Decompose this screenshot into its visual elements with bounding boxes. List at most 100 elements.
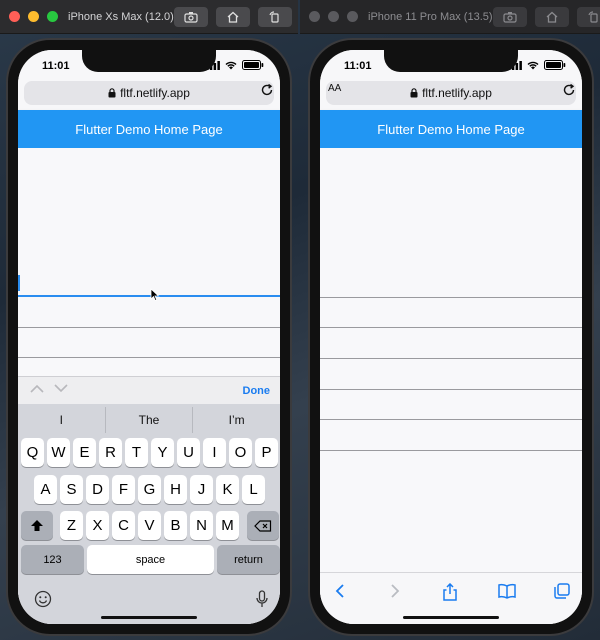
key[interactable]: O — [229, 438, 252, 467]
return-key[interactable]: return — [217, 545, 280, 574]
keyboard-accessory-bar: Done — [18, 376, 280, 404]
suggestion-item[interactable]: The — [106, 407, 194, 433]
keyboard: I The I’m Q W E R T Y U I O P A S D F G … — [18, 404, 280, 624]
reload-icon[interactable] — [562, 83, 576, 97]
lock-icon — [410, 88, 418, 98]
key[interactable]: S — [60, 475, 83, 504]
simulator-title: iPhone Xs Max (12.0) — [68, 10, 174, 23]
zoom-button[interactable] — [347, 11, 358, 22]
forward-icon[interactable] — [389, 583, 401, 599]
text-field[interactable] — [320, 419, 582, 420]
key[interactable]: R — [99, 438, 122, 467]
key[interactable]: J — [190, 475, 213, 504]
phone-right: 11:01 fltf.netlify.app AA Flutter Demo H… — [308, 38, 594, 636]
bookmarks-icon[interactable] — [498, 583, 516, 599]
key[interactable]: K — [216, 475, 239, 504]
shift-icon — [31, 520, 43, 531]
text-field[interactable] — [320, 358, 582, 359]
rotate-button[interactable] — [576, 6, 600, 27]
space-key[interactable]: space — [87, 545, 214, 574]
rotate-button[interactable] — [258, 6, 292, 27]
camera-icon — [502, 11, 517, 23]
backspace-icon — [254, 519, 272, 532]
key[interactable]: W — [47, 438, 70, 467]
key[interactable]: Q — [21, 438, 44, 467]
reload-icon[interactable] — [260, 83, 274, 97]
status-time: 11:01 — [42, 60, 70, 72]
key[interactable]: C — [112, 511, 135, 540]
minimize-button[interactable] — [328, 11, 339, 22]
notch — [384, 50, 518, 72]
share-icon[interactable] — [442, 583, 458, 601]
url-text: fltf.netlify.app — [120, 86, 190, 100]
url-text: fltf.netlify.app — [422, 86, 492, 100]
text-field[interactable] — [320, 450, 582, 451]
text-field[interactable] — [18, 327, 280, 328]
window-controls — [309, 11, 358, 22]
text-caret — [18, 275, 20, 291]
key[interactable]: U — [177, 438, 200, 467]
key[interactable]: Y — [151, 438, 174, 467]
suggestion-item[interactable]: I’m — [193, 407, 280, 433]
phone-left: 11:01 fltf.netlify.app Flutter Demo Home… — [6, 38, 292, 636]
suggestion-item[interactable]: I — [18, 407, 106, 433]
key[interactable]: G — [138, 475, 161, 504]
key[interactable]: F — [112, 475, 135, 504]
mouse-cursor-icon — [150, 288, 160, 302]
done-button[interactable]: Done — [243, 385, 271, 397]
key[interactable]: E — [73, 438, 96, 467]
chevron-down-icon[interactable] — [54, 384, 68, 393]
key[interactable]: N — [190, 511, 213, 540]
key[interactable]: X — [86, 511, 109, 540]
home-icon — [227, 11, 239, 23]
safari-toolbar — [320, 572, 582, 624]
wifi-icon — [225, 61, 237, 69]
key[interactable]: L — [242, 475, 265, 504]
tabs-icon[interactable] — [554, 583, 570, 599]
key[interactable]: B — [164, 511, 187, 540]
text-field[interactable] — [18, 357, 280, 358]
key[interactable]: Z — [60, 511, 83, 540]
key[interactable]: M — [216, 511, 239, 540]
camera-icon — [184, 11, 198, 23]
close-button[interactable] — [309, 11, 320, 22]
page-title: Flutter Demo Home Page — [75, 121, 223, 137]
back-icon[interactable] — [334, 583, 346, 599]
home-icon — [546, 11, 557, 23]
backspace-key[interactable] — [247, 511, 279, 540]
numbers-key[interactable]: 123 — [21, 545, 84, 574]
lock-icon — [108, 88, 116, 98]
page-title: Flutter Demo Home Page — [377, 121, 525, 137]
text-field-focused[interactable] — [18, 295, 280, 297]
screenshot-button[interactable] — [492, 6, 527, 27]
text-field[interactable] — [320, 389, 582, 390]
shift-key[interactable] — [21, 511, 53, 540]
address-bar[interactable]: fltf.netlify.app — [24, 81, 274, 105]
key[interactable]: A — [34, 475, 57, 504]
microphone-icon[interactable] — [256, 590, 268, 608]
key[interactable]: P — [255, 438, 278, 467]
home-indicator — [403, 616, 499, 619]
home-button[interactable] — [216, 6, 250, 27]
reader-options-button[interactable]: AA — [328, 83, 341, 94]
screenshot-button[interactable] — [174, 6, 208, 27]
status-time: 11:01 — [344, 60, 372, 72]
close-button[interactable] — [9, 11, 20, 22]
key[interactable]: V — [138, 511, 161, 540]
key[interactable]: T — [125, 438, 148, 467]
key[interactable]: D — [86, 475, 109, 504]
zoom-button[interactable] — [47, 11, 58, 22]
key[interactable]: I — [203, 438, 226, 467]
text-field[interactable] — [320, 327, 582, 328]
address-bar[interactable]: fltf.netlify.app — [326, 81, 576, 105]
text-field[interactable] — [320, 297, 582, 298]
key[interactable]: H — [164, 475, 187, 504]
app-bar: Flutter Demo Home Page — [18, 110, 280, 148]
minimize-button[interactable] — [28, 11, 39, 22]
battery-icon — [242, 60, 264, 70]
emoji-icon[interactable] — [34, 590, 52, 608]
rotate-icon — [587, 10, 598, 23]
chevron-up-icon[interactable] — [30, 384, 44, 393]
notch — [82, 50, 216, 72]
home-button[interactable] — [534, 6, 569, 27]
